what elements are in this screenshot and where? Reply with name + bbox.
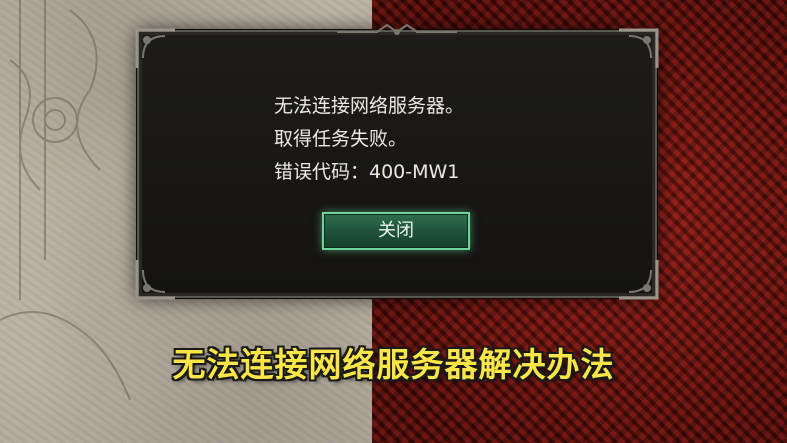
close-button[interactable]: 关闭 — [322, 212, 470, 250]
dialog-top-ornament-icon — [337, 23, 457, 35]
dialog-corner-ornament-icon — [135, 28, 175, 68]
dialog-corner-ornament-icon — [135, 260, 175, 300]
video-caption: 无法连接网络服务器解决办法 — [172, 345, 615, 384]
dialog-corner-ornament-icon — [619, 260, 659, 300]
error-line-code: 错误代码：400-MW1 — [274, 161, 460, 183]
error-line-quest: 取得任务失败。 — [274, 128, 408, 150]
error-dialog: 无法连接网络服务器。 取得任务失败。 错误代码：400-MW1 关闭 — [135, 23, 659, 300]
error-line-connection: 无法连接网络服务器。 — [274, 95, 465, 117]
error-message: 无法连接网络服务器。 取得任务失败。 错误代码：400-MW1 — [274, 90, 464, 189]
dialog-corner-ornament-icon — [619, 28, 659, 68]
